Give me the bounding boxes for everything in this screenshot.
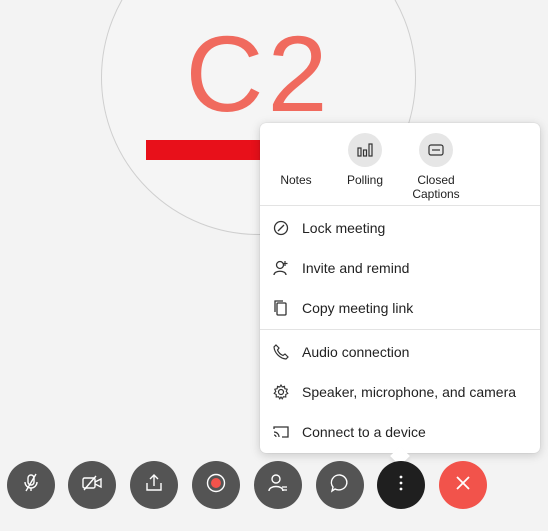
menu-divider — [260, 329, 540, 330]
share-icon — [143, 472, 165, 499]
copy-link-icon — [272, 299, 290, 317]
close-icon — [453, 473, 473, 498]
menu-divider — [260, 205, 540, 206]
quick-actions-row: Notes Polling Closed Captions — [260, 133, 540, 205]
mute-button[interactable] — [7, 461, 55, 509]
more-options-menu: Notes Polling Closed Captions Lock meeti… — [260, 123, 540, 453]
more-options-button[interactable] — [377, 461, 425, 509]
audio-connection-item[interactable]: Audio connection — [260, 332, 540, 372]
invite-and-remind-label: Invite and remind — [302, 260, 410, 276]
notes-label: Notes — [280, 173, 312, 187]
closed-captions-icon — [419, 133, 453, 167]
share-button[interactable] — [130, 461, 178, 509]
audio-connection-label: Audio connection — [302, 344, 410, 360]
participants-button[interactable] — [254, 461, 302, 509]
lock-meeting-label: Lock meeting — [302, 220, 386, 236]
invite-icon — [272, 259, 290, 277]
chat-button[interactable] — [316, 461, 364, 509]
lock-meeting-icon — [272, 219, 290, 237]
polling-button[interactable]: Polling — [340, 133, 390, 187]
more-options-icon — [398, 474, 404, 497]
notes-icon — [279, 133, 313, 167]
record-button[interactable] — [192, 461, 240, 509]
gear-icon — [272, 383, 290, 401]
closed-captions-button[interactable]: Closed Captions — [408, 133, 464, 201]
cast-icon — [272, 423, 290, 441]
phone-icon — [272, 343, 290, 361]
connect-to-device-label: Connect to a device — [302, 424, 426, 440]
record-icon — [205, 472, 227, 499]
speaker-microphone-camera-item[interactable]: Speaker, microphone, and camera — [260, 372, 540, 412]
microphone-muted-icon — [20, 472, 42, 499]
copy-meeting-link-label: Copy meeting link — [302, 300, 414, 316]
closed-captions-label: Closed Captions — [412, 173, 460, 201]
end-meeting-button[interactable] — [439, 461, 487, 509]
polling-icon — [348, 133, 382, 167]
participants-icon — [267, 472, 289, 499]
video-off-icon — [81, 472, 103, 499]
speaker-microphone-camera-label: Speaker, microphone, and camera — [302, 384, 517, 400]
polling-label: Polling — [346, 173, 384, 187]
video-button[interactable] — [68, 461, 116, 509]
avatar-initials: C2 — [185, 13, 332, 134]
copy-meeting-link-item[interactable]: Copy meeting link — [260, 288, 540, 328]
invite-and-remind-item[interactable]: Invite and remind — [260, 248, 540, 288]
notes-button[interactable]: Notes — [274, 133, 318, 187]
chat-icon — [329, 472, 351, 499]
lock-meeting-item[interactable]: Lock meeting — [260, 208, 540, 248]
